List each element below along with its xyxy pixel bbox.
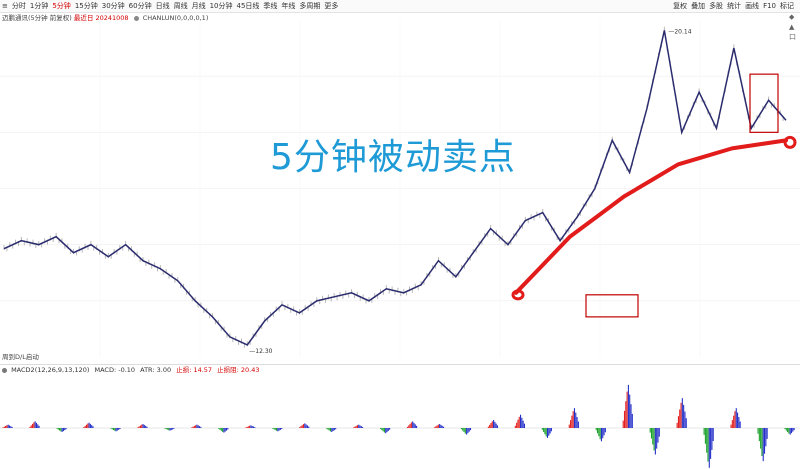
macd-field-stop: 止损: 14.57 xyxy=(176,366,213,374)
sub-label: 周到D/L启动 xyxy=(2,353,39,361)
chart-info-line: 迈鹏通讯(5分钟 前复权) 最近日 20241008 CHANLUN(0,0,0… xyxy=(2,13,208,23)
box-icon[interactable]: 口 xyxy=(789,32,796,42)
period-tab-10[interactable]: 45日线 xyxy=(237,0,260,12)
tool-button-4[interactable]: 画线 xyxy=(745,0,759,12)
stroke-line xyxy=(3,30,787,346)
period-tab-1[interactable]: 1分钟 xyxy=(30,0,48,12)
macd-field-stop-resistance: 止损阻: 20.43 xyxy=(217,366,260,374)
date-value: 20241008 xyxy=(95,14,129,22)
tool-buttons: 复权 叠加 多股 统计 画线 F10 标记 xyxy=(673,0,798,12)
trend-line xyxy=(514,138,788,295)
macd-dot-icon xyxy=(2,367,7,373)
overlay-title: 5分钟被动卖点 xyxy=(270,137,516,178)
period-tab-0[interactable]: 分时 xyxy=(12,0,26,12)
period-tab-2[interactable]: 5分钟 xyxy=(52,0,70,12)
period-tab-11[interactable]: 季线 xyxy=(263,0,277,12)
period-tab-8[interactable]: 月线 xyxy=(192,0,206,12)
period-tab-13[interactable]: 多周期 xyxy=(299,0,320,12)
tool-button-2[interactable]: 多股 xyxy=(709,0,723,12)
tool-button-6[interactable]: 标记 xyxy=(780,0,794,12)
period-tab-3[interactable]: 15分钟 xyxy=(75,0,98,12)
diamond-icon[interactable]: ◆ xyxy=(789,12,796,22)
menu-icon[interactable]: ≡ xyxy=(2,0,8,12)
date-label: 最近日 xyxy=(73,14,94,22)
indicator-dot-icon xyxy=(133,15,139,21)
stock-name: 迈鹏通讯(5分钟 前复权) xyxy=(2,14,72,22)
circle-mark xyxy=(511,289,525,301)
period-tab-14[interactable]: 更多 xyxy=(324,0,338,12)
period-tab-12[interactable]: 年线 xyxy=(281,0,295,12)
kline-chart[interactable]: —20.14 —12.30 xyxy=(0,12,800,364)
tool-button-0[interactable]: 复权 xyxy=(673,0,687,12)
tool-button-5[interactable]: F10 xyxy=(763,0,776,12)
indicator-name: CHANLUN(0,0,0,0,1) xyxy=(142,14,209,22)
period-tabs: ≡ 分时 1分钟 5分钟 15分钟 30分钟 60分钟 日线 周线 月线 10分钟 45日线 季线 年线多… xyxy=(2,0,342,12)
highlight-box xyxy=(585,294,639,318)
macd-title: MACD2(12,26,9,13,120) xyxy=(11,366,90,374)
triangle-icon[interactable]: ▲ xyxy=(789,22,796,32)
high-price-label: —20.14 xyxy=(668,28,691,35)
period-tab-4[interactable]: 30分钟 xyxy=(102,0,125,12)
period-tab-5[interactable]: 60分钟 xyxy=(129,0,152,12)
macd-field-atr: ATR: 3.00 xyxy=(140,366,172,374)
period-tab-6[interactable]: 日线 xyxy=(156,0,170,12)
tool-button-3[interactable]: 统计 xyxy=(727,0,741,12)
tool-button-1[interactable]: 叠加 xyxy=(691,0,705,12)
period-tab-9[interactable]: 10分钟 xyxy=(210,0,233,12)
macd-chart[interactable] xyxy=(0,374,800,469)
period-tab-7[interactable]: 周线 xyxy=(174,0,188,12)
circle-mark xyxy=(783,135,797,149)
low-price-label: —12.30 xyxy=(249,348,272,355)
side-icon-column: ◆ ▲ 口 xyxy=(789,12,796,42)
macd-field-macd: MACD: -0.10 xyxy=(94,366,136,374)
